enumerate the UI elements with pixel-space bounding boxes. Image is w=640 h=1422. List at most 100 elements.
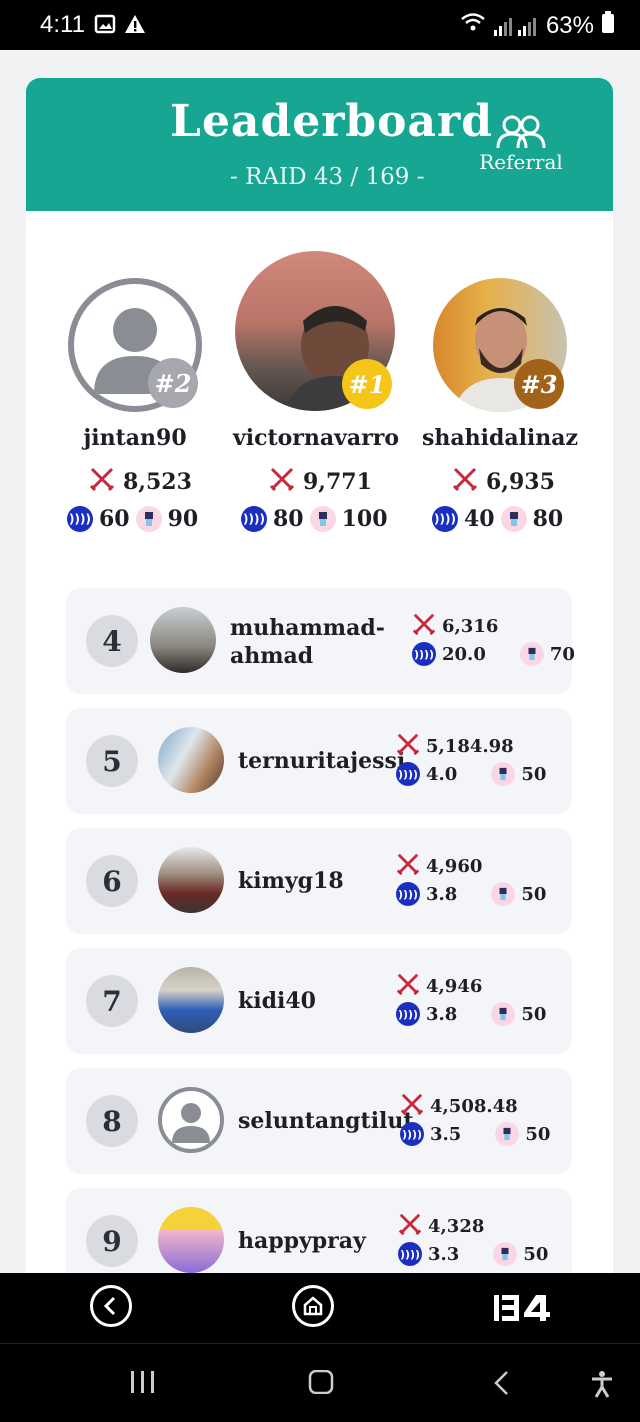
swords-icon	[269, 466, 295, 498]
referral-label: Referral	[479, 150, 563, 174]
player-name: victornavarro	[232, 425, 400, 451]
player-score-row: 6,316	[412, 612, 498, 641]
steem-icon: ))))	[432, 506, 458, 532]
steem-reward: 20.0	[442, 643, 486, 665]
player-score: 6,316	[442, 616, 499, 637]
swords-icon	[396, 972, 420, 1001]
pet-icon	[309, 506, 336, 532]
recent-apps-icon[interactable]	[130, 1370, 156, 1398]
pet-reward: 100	[341, 506, 388, 532]
list-item[interactable]: 8 seluntangtilut 4,508.48 )))) 3.5 50	[66, 1068, 572, 1174]
status-time: 4:11	[40, 11, 85, 38]
steem4-logo-icon[interactable]	[494, 1293, 550, 1323]
steem-icon: ))))	[396, 762, 420, 786]
pet-icon	[493, 1242, 518, 1266]
home-icon[interactable]	[308, 1369, 334, 1398]
player-name-line2: ahmad	[230, 643, 314, 669]
swords-icon	[398, 1212, 422, 1241]
player-score: 4,946	[426, 976, 483, 997]
pet-icon	[135, 506, 162, 532]
list-item[interactable]: 5 ternuritajessi 5,184.98 )))) 4.0 50	[66, 708, 572, 814]
steem-reward: 80	[273, 506, 304, 532]
pet-icon	[491, 762, 516, 786]
swords-icon	[452, 466, 478, 498]
battery-level: 63%	[545, 11, 594, 39]
wifi-icon	[460, 11, 486, 40]
player-rewards: )))) 20.0 70	[412, 642, 575, 666]
avatar	[158, 967, 224, 1033]
player-score-row: 4,328	[398, 1212, 484, 1241]
steem-reward: 3.5	[430, 1123, 462, 1145]
steem-reward: 3.8	[426, 1003, 458, 1025]
rank-number: 9	[86, 1215, 138, 1267]
rank-badge: #2	[148, 358, 198, 408]
pet-reward: 50	[525, 1123, 551, 1145]
swords-icon	[396, 732, 420, 761]
signal-icon	[493, 16, 538, 36]
home-button[interactable]	[292, 1285, 334, 1327]
list-item[interactable]: 4 muhammad- ahmad 6,316 )))) 20.0 70	[66, 588, 575, 694]
player-rewards: )))) 3.8 50	[396, 1002, 546, 1026]
battery-icon	[602, 11, 614, 40]
back-icon[interactable]	[492, 1370, 512, 1400]
pet-icon	[495, 1122, 520, 1146]
pet-reward: 50	[523, 1243, 549, 1265]
rank-badge: #3	[514, 359, 564, 409]
app-nav-bar	[0, 1273, 640, 1343]
player-score-row: 9,771	[269, 466, 372, 498]
rank-number: 8	[86, 1095, 138, 1147]
pet-icon	[491, 882, 516, 906]
pet-icon	[491, 1002, 516, 1026]
player-score-row: 6,935	[452, 466, 555, 498]
list-item[interactable]: 7 kidi40 4,946 )))) 3.8 50	[66, 948, 572, 1054]
back-button[interactable]	[90, 1285, 132, 1327]
avatar	[158, 1207, 224, 1273]
list-item[interactable]: 6 kimyg18 4,960 )))) 3.8 50	[66, 828, 572, 934]
player-rewards: )))) 40 80	[432, 506, 563, 532]
player-rewards: )))) 3.3 50	[398, 1242, 548, 1266]
steem-icon: ))))	[67, 506, 93, 532]
player-score-row: 5,184.98	[396, 732, 514, 761]
warning-icon	[124, 13, 146, 42]
player-name-line1: muhammad-	[230, 615, 385, 641]
referral-button[interactable]: Referral	[474, 114, 568, 174]
status-bar: 4:11 63%	[0, 0, 640, 50]
rank-number: 5	[86, 735, 138, 787]
avatar	[150, 607, 216, 673]
player-score-row: 8,523	[89, 466, 192, 498]
player-score: 4,960	[426, 856, 483, 877]
steem-reward: 3.8	[426, 883, 458, 905]
page-title: Leaderboard	[170, 96, 493, 147]
player-name: shahidalinaz	[421, 425, 579, 451]
player-name: seluntangtilut	[238, 1108, 414, 1134]
steem-icon: ))))	[241, 506, 267, 532]
player-name: kimyg18	[238, 868, 344, 894]
accessibility-icon[interactable]	[590, 1370, 614, 1402]
player-name: jintan90	[83, 425, 187, 451]
pet-reward: 50	[521, 883, 547, 905]
steem-reward: 3.3	[428, 1243, 460, 1265]
pet-icon	[500, 506, 527, 532]
rank-number: 7	[86, 975, 138, 1027]
steem-icon: ))))	[396, 882, 420, 906]
rank-number: 6	[86, 855, 138, 907]
player-name: muhammad- ahmad	[230, 614, 385, 670]
steem-reward: 4.0	[426, 763, 458, 785]
pet-reward: 70	[549, 643, 575, 665]
steem-icon: ))))	[398, 1242, 422, 1266]
player-name: ternuritajessi	[238, 748, 406, 774]
avatar	[158, 847, 224, 913]
player-score-row: 4,508.48	[400, 1092, 518, 1121]
player-score: 5,184.98	[426, 736, 514, 757]
rank-number: 4	[86, 615, 138, 667]
steem-reward: 40	[464, 506, 495, 532]
player-name: happypray	[238, 1228, 366, 1254]
player-score: 4,508.48	[430, 1096, 518, 1117]
player-rewards: )))) 80 100	[241, 506, 388, 532]
pet-icon	[519, 642, 544, 666]
player-rewards: )))) 60 90	[67, 506, 198, 532]
pet-reward: 50	[521, 763, 547, 785]
leaderboard-card: Leaderboard - RAID 43 / 169 - Referral #…	[26, 78, 613, 1308]
player-rewards: )))) 3.8 50	[396, 882, 546, 906]
swords-icon	[412, 612, 436, 641]
